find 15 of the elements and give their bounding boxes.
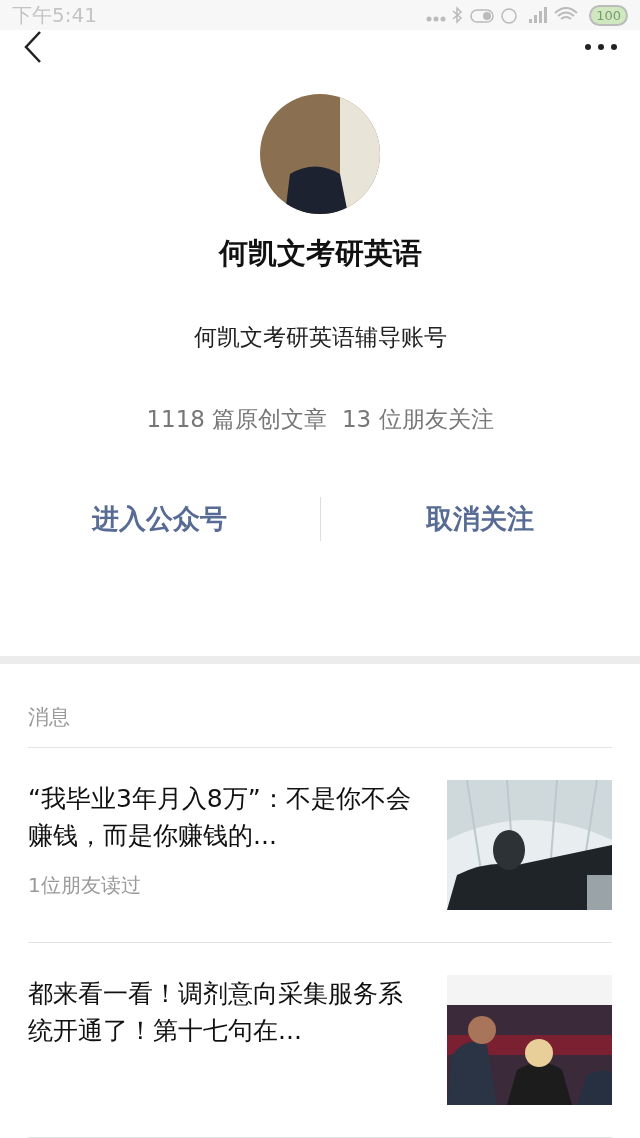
account-name: 何凯文考研英语: [218, 235, 422, 272]
back-icon[interactable]: [22, 30, 44, 64]
action-button[interactable]: 取消关注: [426, 496, 535, 541]
article-meta: 1位朋友读过: [28, 872, 142, 899]
account-stats: 1118 篇原创文章 13 位朋友关注: [146, 405, 494, 434]
article-title: “我毕业3年月入8万”：不是你不会赚钱，而是你赚钱的...: [28, 783, 412, 852]
more-icon[interactable]: [584, 43, 618, 51]
article-title: 都来看一看！调剂意向采集服务系统开通了！第十七句在...: [28, 978, 404, 1047]
action-button[interactable]: 进入公众号: [92, 496, 228, 541]
battery-indicator: 100: [589, 4, 628, 26]
article-item[interactable]: 都来看一看！调剂意向采集服务系统开通了！第十七句在...: [28, 943, 612, 1138]
account-description: 何凯文考研英语辅导账号: [193, 322, 447, 352]
wifi-icon: [529, 5, 580, 25]
section-heading: 消息: [28, 663, 612, 748]
article-item[interactable]: “我毕业3年月入8万”：不是你不会赚钱，而是你赚钱的... 1位朋友读过: [28, 748, 612, 943]
